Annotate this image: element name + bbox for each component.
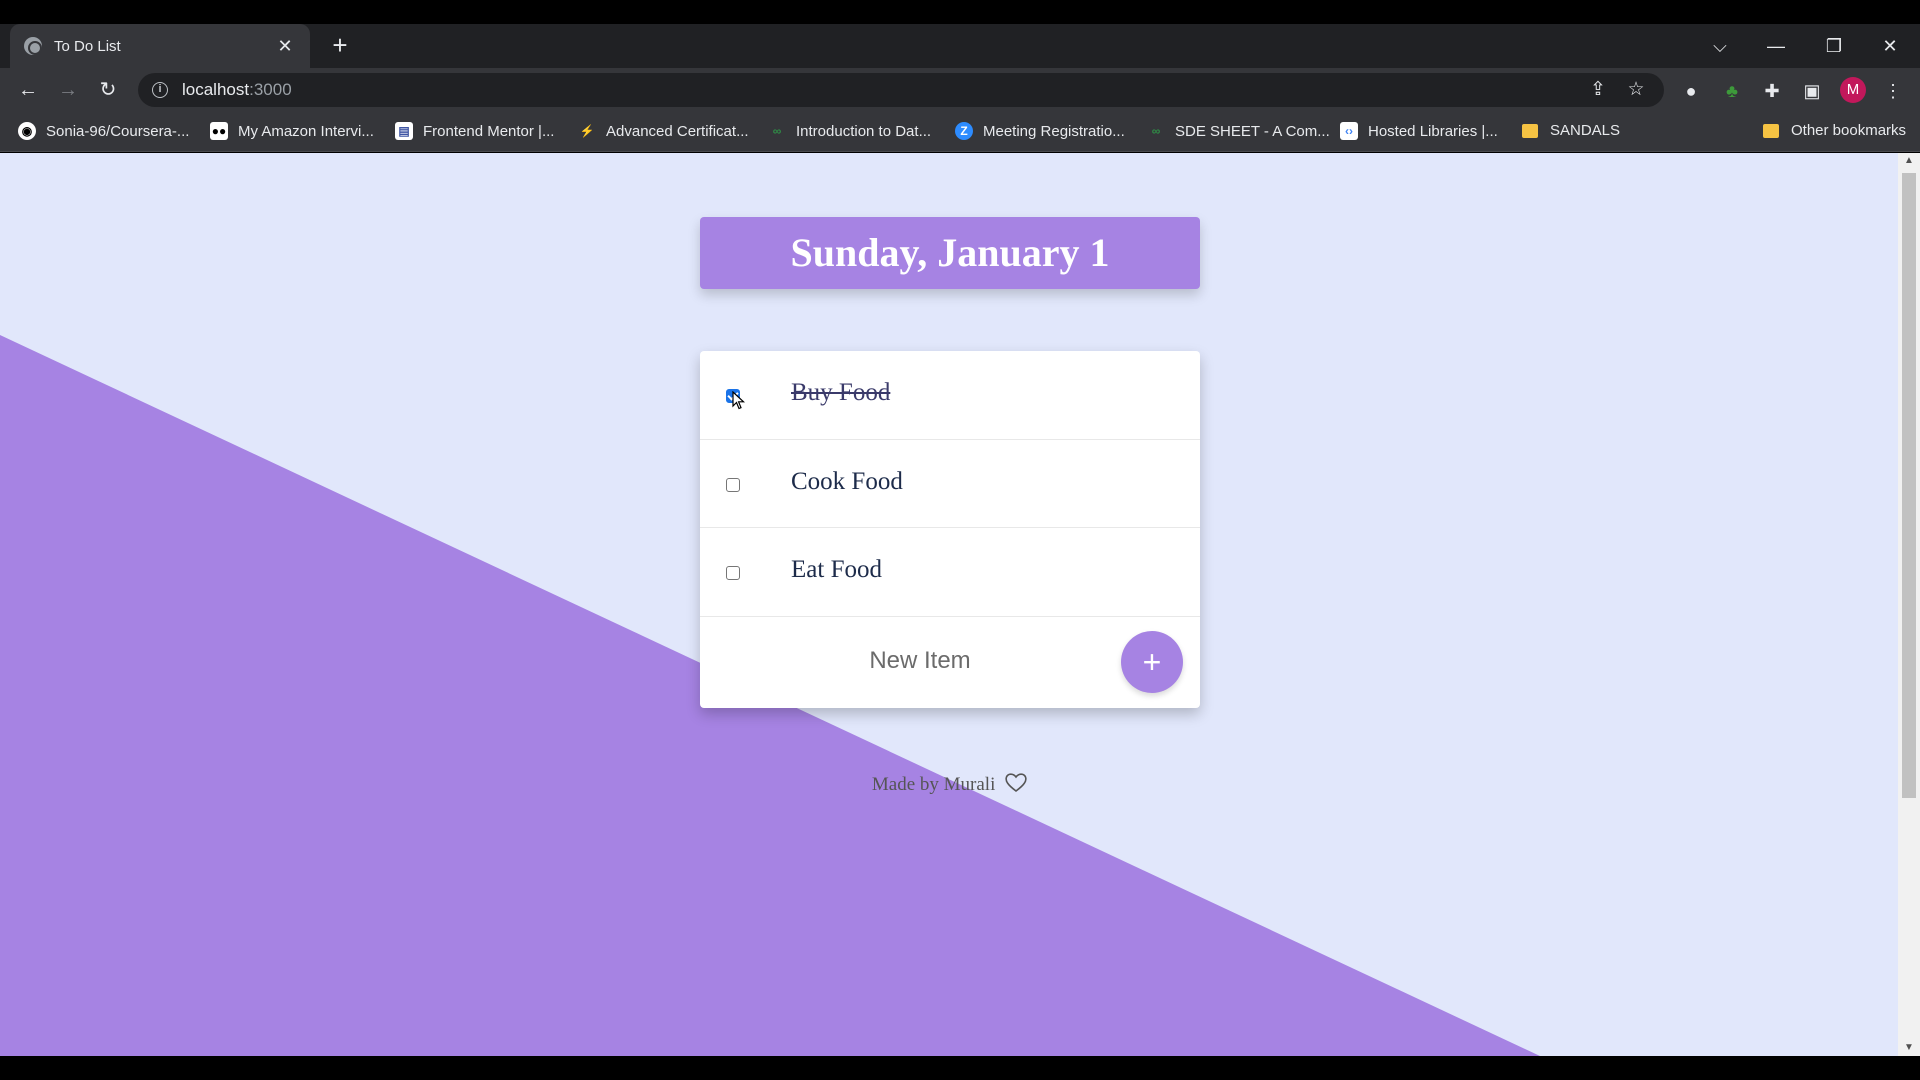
tab-to-do-list[interactable]: To Do List ✕ [10,24,310,68]
gfg-icon: ∞ [772,124,782,138]
add-item-button[interactable]: + [1121,630,1183,693]
side-panel-icon[interactable]: ▣ [1799,78,1825,104]
bookmark-item[interactable]: ∞ Introduction to Dat... [768,122,931,140]
screen-top-bar [0,0,1920,24]
bookmark-item[interactable]: ⚡ Advanced Certificat... [578,122,749,140]
bookmark-label: Meeting Registratio... [983,122,1125,140]
close-window-button[interactable]: ✕ [1862,24,1918,68]
medium-icon: ●● [210,122,228,140]
certificate-icon: ⚡ [579,124,595,138]
todo-checkbox[interactable] [726,477,740,492]
bookmark-label: Introduction to Dat... [796,122,932,140]
url-host: localhost [182,80,250,99]
frontend-mentor-icon: ▤ [395,122,413,140]
page-title: Sunday, January 1 [700,217,1200,289]
bookmark-item[interactable]: ‹› Hosted Libraries |... [1340,122,1498,140]
reload-button[interactable]: ↻ [92,74,124,106]
todo-item: Buy Food [700,351,1200,440]
todo-item-text: Eat Food [791,556,882,583]
bookmark-label: SANDALS [1550,122,1621,139]
restore-button[interactable]: ❐ [1806,24,1862,68]
bookmark-item[interactable]: ◉ Sonia-96/Coursera-... [18,122,189,140]
bookmark-item[interactable]: Z Meeting Registratio... [955,122,1125,140]
bookmark-label: Frontend Mentor |... [423,122,555,140]
bookmark-star-icon[interactable]: ☆ [1622,79,1650,101]
tab-search-icon[interactable]: ⌵ [1692,24,1748,68]
footer: Made by Murali [700,771,1200,796]
back-button[interactable]: ← [12,74,44,106]
gfg-icon: ∞ [1151,124,1161,138]
scroll-down-arrow[interactable]: ▼ [1898,1040,1920,1056]
bookmark-label: SDE SHEET - A Com... [1175,122,1330,140]
bookmark-item[interactable]: ●● My Amazon Intervi... [210,122,374,140]
folder-icon [1522,123,1538,138]
bookmarks-bar: ◉ Sonia-96/Coursera-... ●● My Amazon Int… [0,112,1920,152]
google-developers-icon: ‹› [1340,122,1358,140]
extensions-puzzle-icon[interactable]: ✚ [1759,78,1785,104]
forward-button[interactable]: → [52,74,84,106]
bookmark-label: Advanced Certificat... [606,122,749,140]
todo-item: Eat Food [700,528,1200,617]
tab-strip: To Do List ✕ + ⌵ — ❐ ✕ [0,24,1920,68]
globe-icon [24,37,42,55]
heart-icon [1005,773,1027,793]
page-viewport: Sunday, January 1 Buy Food Cook Food Eat… [0,153,1920,1056]
screen-bottom-bar [0,1056,1920,1080]
zoom-icon: Z [955,122,973,140]
tab-close-icon[interactable]: ✕ [274,36,296,57]
bookmark-label: My Amazon Intervi... [238,122,374,140]
address-bar[interactable]: i localhost:3000 ⇪ ☆ [138,73,1664,107]
scroll-up-arrow[interactable]: ▲ [1898,153,1920,169]
folder-icon [1763,123,1779,138]
site-info-icon[interactable]: i [152,82,168,98]
scrollbar-thumb[interactable] [1902,173,1916,798]
bookmark-label: Sonia-96/Coursera-... [46,122,190,140]
mouse-cursor-icon [732,391,746,410]
bookmark-folder[interactable]: SANDALS [1522,122,1620,139]
todo-checkbox[interactable] [726,566,740,580]
browser-toolbar: ← → ↻ i localhost:3000 ⇪ ☆ ● ♣ ✚ ▣ M ⋮ [0,68,1920,112]
new-tab-button[interactable]: + [324,30,356,62]
todo-card: Buy Food Cook Food Eat Food + [700,351,1200,708]
url-port: :3000 [249,80,292,99]
vertical-scrollbar[interactable]: ▲ ▼ [1898,153,1920,1056]
other-bookmarks-label: Other bookmarks [1791,122,1907,139]
other-bookmarks[interactable]: Other bookmarks [1763,122,1906,139]
todo-item-text: Buy Food [791,379,891,406]
minimize-button[interactable]: — [1748,24,1804,68]
extension-icon[interactable]: ● [1678,78,1704,104]
profile-avatar[interactable]: M [1840,77,1866,103]
bookmark-item[interactable]: ▤ Frontend Mentor |... [395,122,554,140]
new-item-input[interactable] [740,643,1100,678]
bookmark-item[interactable]: ∞ SDE SHEET - A Com... [1147,122,1330,140]
bookmark-label: Hosted Libraries |... [1368,122,1498,140]
todo-item: Cook Food [700,440,1200,528]
new-item-form: + [700,617,1200,705]
tab-title: To Do List [54,37,121,55]
menu-icon[interactable]: ⋮ [1880,78,1906,104]
footer-text: Made by Murali [871,774,996,795]
todo-item-text: Cook Food [791,467,903,495]
tree-extension-icon[interactable]: ♣ [1719,78,1745,104]
share-icon[interactable]: ⇪ [1584,79,1612,101]
github-icon: ◉ [18,122,36,140]
